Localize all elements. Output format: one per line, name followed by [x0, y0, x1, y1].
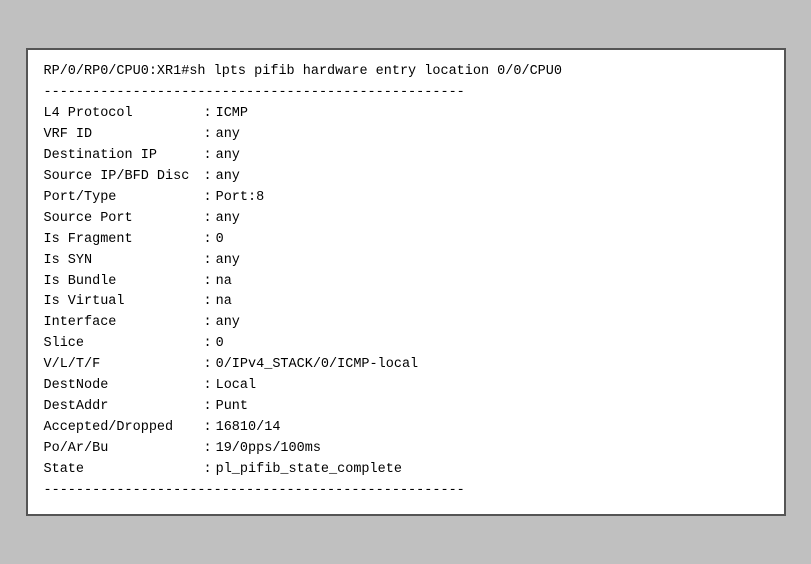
table-row: VRF ID : any — [44, 125, 768, 146]
field-label: Source Port — [44, 209, 204, 230]
field-value: 0/IPv4_STACK/0/ICMP-local — [216, 355, 768, 376]
field-label: V/L/T/F — [44, 355, 204, 376]
table-row: Po/Ar/Bu : 19/0pps/100ms — [44, 439, 768, 460]
field-label: DestAddr — [44, 397, 204, 418]
field-colon: : — [204, 334, 212, 355]
field-value: na — [216, 292, 768, 313]
table-row: Source Port : any — [44, 209, 768, 230]
field-label: DestNode — [44, 376, 204, 397]
field-value: any — [216, 313, 768, 334]
table-row: DestNode : Local — [44, 376, 768, 397]
field-colon: : — [204, 355, 212, 376]
table-row: Accepted/Dropped : 16810/14 — [44, 418, 768, 439]
field-label: Is Virtual — [44, 292, 204, 313]
field-value: Punt — [216, 397, 768, 418]
table-row: Destination IP : any — [44, 146, 768, 167]
field-colon: : — [204, 167, 212, 188]
table-row: Source IP/BFD Disc: any — [44, 167, 768, 188]
field-colon: : — [204, 125, 212, 146]
field-label: Interface — [44, 313, 204, 334]
table-row: Interface : any — [44, 313, 768, 334]
top-divider: ----------------------------------------… — [44, 83, 768, 104]
field-colon: : — [204, 313, 212, 334]
field-colon: : — [204, 418, 212, 439]
field-colon: : — [204, 439, 212, 460]
field-value: na — [216, 272, 768, 293]
field-colon: : — [204, 251, 212, 272]
field-label: Slice — [44, 334, 204, 355]
prompt-line: RP/0/RP0/CPU0:XR1#sh lpts pifib hardware… — [44, 62, 768, 83]
table-row: L4 Protocol : ICMP — [44, 104, 768, 125]
field-colon: : — [204, 146, 212, 167]
table-row: DestAddr : Punt — [44, 397, 768, 418]
field-label: Is SYN — [44, 251, 204, 272]
field-colon: : — [204, 460, 212, 481]
field-label: Source IP/BFD Disc — [44, 167, 204, 188]
field-label: Is Bundle — [44, 272, 204, 293]
field-value: 0 — [216, 230, 768, 251]
field-value: pl_pifib_state_complete — [216, 460, 768, 481]
field-colon: : — [204, 188, 212, 209]
field-value: any — [216, 251, 768, 272]
field-colon: : — [204, 397, 212, 418]
field-label: Po/Ar/Bu — [44, 439, 204, 460]
field-value: 19/0pps/100ms — [216, 439, 768, 460]
field-colon: : — [204, 272, 212, 293]
table-row: State : pl_pifib_state_complete — [44, 460, 768, 481]
field-value: any — [216, 209, 768, 230]
field-label: Destination IP — [44, 146, 204, 167]
field-colon: : — [204, 376, 212, 397]
field-label: State — [44, 460, 204, 481]
field-value: Local — [216, 376, 768, 397]
table-row: Is SYN : any — [44, 251, 768, 272]
fields-container: L4 Protocol : ICMPVRF ID : anyDestinatio… — [44, 104, 768, 481]
table-row: Slice : 0 — [44, 334, 768, 355]
table-row: Port/Type : Port:8 — [44, 188, 768, 209]
field-colon: : — [204, 104, 212, 125]
field-colon: : — [204, 292, 212, 313]
table-row: Is Bundle : na — [44, 272, 768, 293]
field-label: VRF ID — [44, 125, 204, 146]
field-value: 16810/14 — [216, 418, 768, 439]
field-label: Is Fragment — [44, 230, 204, 251]
field-value: Port:8 — [216, 188, 768, 209]
terminal-window: RP/0/RP0/CPU0:XR1#sh lpts pifib hardware… — [26, 48, 786, 515]
table-row: Is Virtual : na — [44, 292, 768, 313]
field-colon: : — [204, 230, 212, 251]
field-value: ICMP — [216, 104, 768, 125]
field-value: any — [216, 125, 768, 146]
field-value: 0 — [216, 334, 768, 355]
field-colon: : — [204, 209, 212, 230]
field-label: L4 Protocol — [44, 104, 204, 125]
table-row: Is Fragment : 0 — [44, 230, 768, 251]
field-value: any — [216, 167, 768, 188]
field-value: any — [216, 146, 768, 167]
table-row: V/L/T/F : 0/IPv4_STACK/0/ICMP-local — [44, 355, 768, 376]
field-label: Accepted/Dropped — [44, 418, 204, 439]
bottom-divider: ----------------------------------------… — [44, 481, 768, 502]
field-label: Port/Type — [44, 188, 204, 209]
